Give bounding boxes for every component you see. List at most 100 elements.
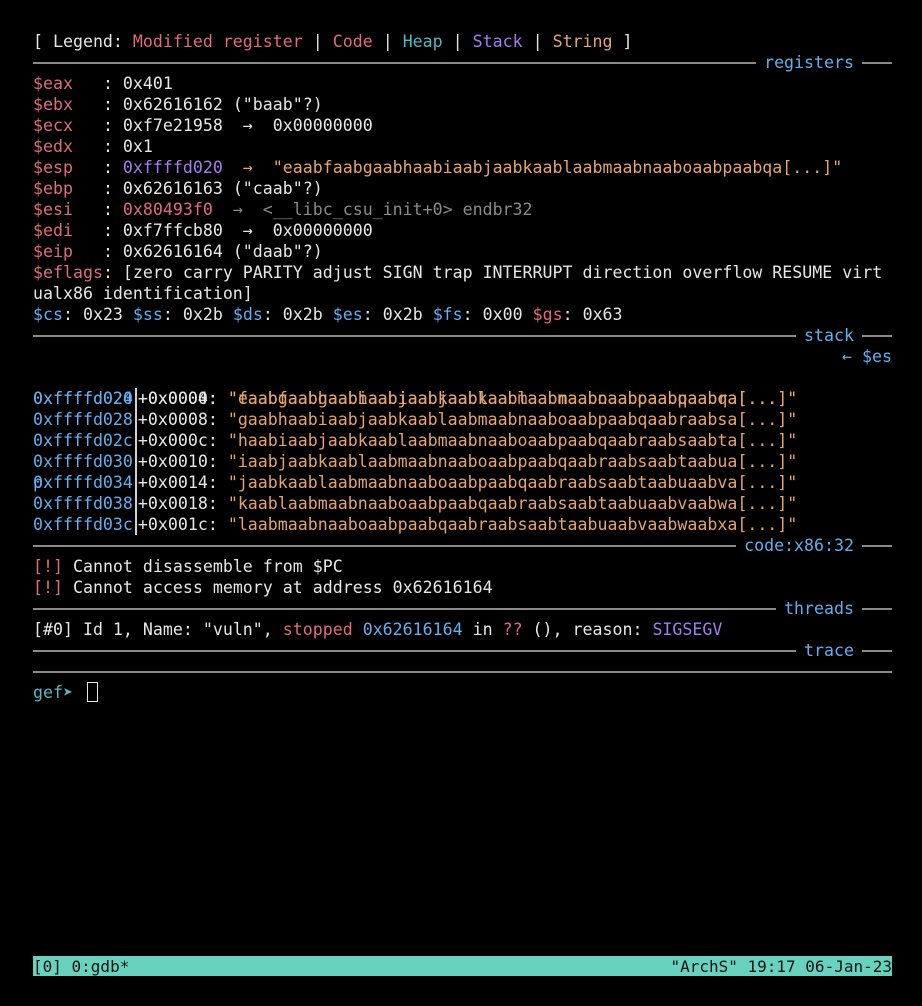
register-row: $ebp : 0x62616163 ("caab"?) — [33, 178, 892, 199]
tmux-status-right: "ArchS" 19:17 06-Jan-23 — [670, 956, 892, 976]
trace-section-title: trace — [804, 641, 854, 660]
segment-value: : 0x2b — [362, 305, 433, 324]
segment-name: $ss — [132, 305, 163, 324]
register-separator: : — [72, 179, 123, 198]
segment-value: : 0x2b — [262, 305, 333, 324]
register-row: $ecx : 0xf7e21958 → 0x00000000 — [33, 115, 892, 136]
segment-name: $cs — [33, 305, 63, 324]
legend-heap: Heap — [402, 32, 443, 51]
register-dereference: → <__libc_csu_init+0> endbr32 — [212, 200, 533, 219]
segment-value: : 0x2b — [162, 305, 233, 324]
divider — [33, 334, 797, 337]
register-separator: : — [72, 200, 123, 219]
divider — [862, 544, 892, 547]
thread-info: (), reason: — [522, 620, 653, 639]
register-row: $ebx : 0x62616162 ("baab"?) — [33, 94, 892, 115]
thread-reason: SIGSEGV — [652, 620, 723, 639]
legend-string: String — [552, 32, 613, 51]
error-tag: [!] — [33, 578, 63, 597]
tmux-window-label[interactable]: [0] 0:gdb* — [33, 956, 129, 977]
register-dereference: → "eaabfaabgaabhaabiaabjaabkaablaabmaabn… — [222, 158, 843, 177]
register-value: 0x62616163 ("caab"?) — [122, 179, 323, 198]
legend-code: Code — [332, 32, 373, 51]
register-separator: : — [72, 242, 123, 261]
error-tag: [!] — [33, 557, 63, 576]
legend-separator: | — [302, 32, 333, 51]
register-separator: : — [72, 158, 123, 177]
eflags-name: $eflags — [33, 263, 103, 282]
register-value: 0x1 — [122, 137, 153, 156]
thread-id: [#0] — [33, 620, 73, 639]
trace-section-header: trace — [33, 640, 892, 661]
segment-name: $gs — [532, 305, 563, 324]
segment-value: : 0x00 — [462, 305, 533, 324]
segment-value: : 0x63 — [562, 305, 623, 324]
register-row: $esp : 0xffffd020 → "eaabfaabgaabhaabiaa… — [33, 157, 892, 178]
error-message: Cannot disassemble from $PC — [62, 557, 343, 576]
register-name: $eip — [33, 242, 73, 261]
segment-value: : 0x23 — [62, 305, 133, 324]
register-name: $ebp — [33, 179, 73, 198]
register-name: $edi — [33, 221, 73, 240]
thread-function: ?? — [502, 620, 523, 639]
tmux-status-bar: [0] 0:gdb* "ArchS" 19:17 06-Jan-23 — [33, 956, 892, 976]
esp-pointer-tag-wrap: p — [33, 473, 43, 492]
register-value: 0x62616164 ("daab"?) — [122, 242, 323, 261]
trace-end-divider — [33, 661, 892, 682]
eflags-value: : [zero carry PARITY adjust SIGN trap IN… — [33, 263, 883, 303]
thread-state: stopped — [282, 620, 353, 639]
divider — [33, 649, 797, 652]
legend-separator: | — [372, 32, 403, 51]
stack-list: 0xffffd020 +0x0000: "eaabfaabgaabhaabiaab… — [33, 346, 892, 535]
thread-info: in — [462, 620, 503, 639]
legend-open: [ Legend: — [33, 32, 133, 51]
legend-stack: Stack — [472, 32, 523, 51]
register-separator: : — [72, 137, 123, 156]
register-value: 0x80493f0 — [122, 200, 213, 219]
register-separator: : — [72, 74, 123, 93]
segment-registers-row: $cs: 0x23 $ss: 0x2b $ds: 0x2b $es: 0x2b … — [33, 304, 892, 325]
register-row: $edx : 0x1 — [33, 136, 892, 157]
divider — [862, 649, 892, 652]
stack-section-title: stack — [804, 326, 854, 345]
thread-line: [#0] Id 1, Name: "vuln", stopped 0x62616… — [33, 619, 892, 640]
divider — [33, 544, 737, 547]
thread-info: Id 1, Name: "vuln", — [72, 620, 283, 639]
divider — [33, 61, 757, 64]
stack-separator — [134, 388, 137, 409]
eflags-row: $eflags: [zero carry PARITY adjust SIGN … — [33, 262, 892, 304]
register-name: $ebx — [33, 95, 73, 114]
register-name: $eax — [33, 74, 73, 93]
legend-modified-register: Modified register — [132, 32, 303, 51]
code-error-line: [!] Cannot access memory at address 0x62… — [33, 577, 892, 598]
register-separator: : — [72, 221, 123, 240]
gef-prompt: gef➤ — [33, 683, 83, 702]
code-section-title: code:x86:32 — [744, 536, 854, 555]
register-value: 0xf7e21958 → 0x00000000 — [122, 116, 373, 135]
register-row: $eip : 0x62616164 ("daab"?) — [33, 241, 892, 262]
register-value: 0xffffd020 — [122, 158, 223, 177]
register-name: $esi — [33, 200, 73, 219]
stack-row: 0xffffd020 +0x0000: "eaabfaabgaabhaabiaab… — [33, 346, 892, 492]
segment-name: $ds — [232, 305, 263, 324]
error-message: Cannot access memory at address 0x626161… — [62, 578, 493, 597]
register-name: $ecx — [33, 116, 73, 135]
register-separator: : — [72, 95, 123, 114]
divider — [862, 334, 892, 337]
registers-section-header: registers — [33, 52, 892, 73]
threads-section-title: threads — [784, 599, 854, 618]
legend-close: ] — [612, 32, 633, 51]
segment-name: $es — [332, 305, 363, 324]
code-error-line: [!] Cannot disassemble from $PC — [33, 556, 892, 577]
register-row: $edi : 0xf7ffcb80 → 0x00000000 — [33, 220, 892, 241]
gdb-terminal[interactable]: [ Legend: Modified register | Code | Hea… — [33, 31, 892, 703]
command-prompt[interactable]: gef➤ — [33, 682, 892, 703]
cursor-block[interactable] — [86, 682, 98, 702]
code-section-header: code:x86:32 — [33, 535, 892, 556]
stack-offset: +0x0000: — [137, 389, 228, 408]
divider — [33, 607, 777, 610]
stack-section-header: stack — [33, 325, 892, 346]
thread-address: 0x62616164 — [362, 620, 463, 639]
register-separator: : — [72, 116, 123, 135]
register-value: 0xf7ffcb80 → 0x00000000 — [122, 221, 373, 240]
